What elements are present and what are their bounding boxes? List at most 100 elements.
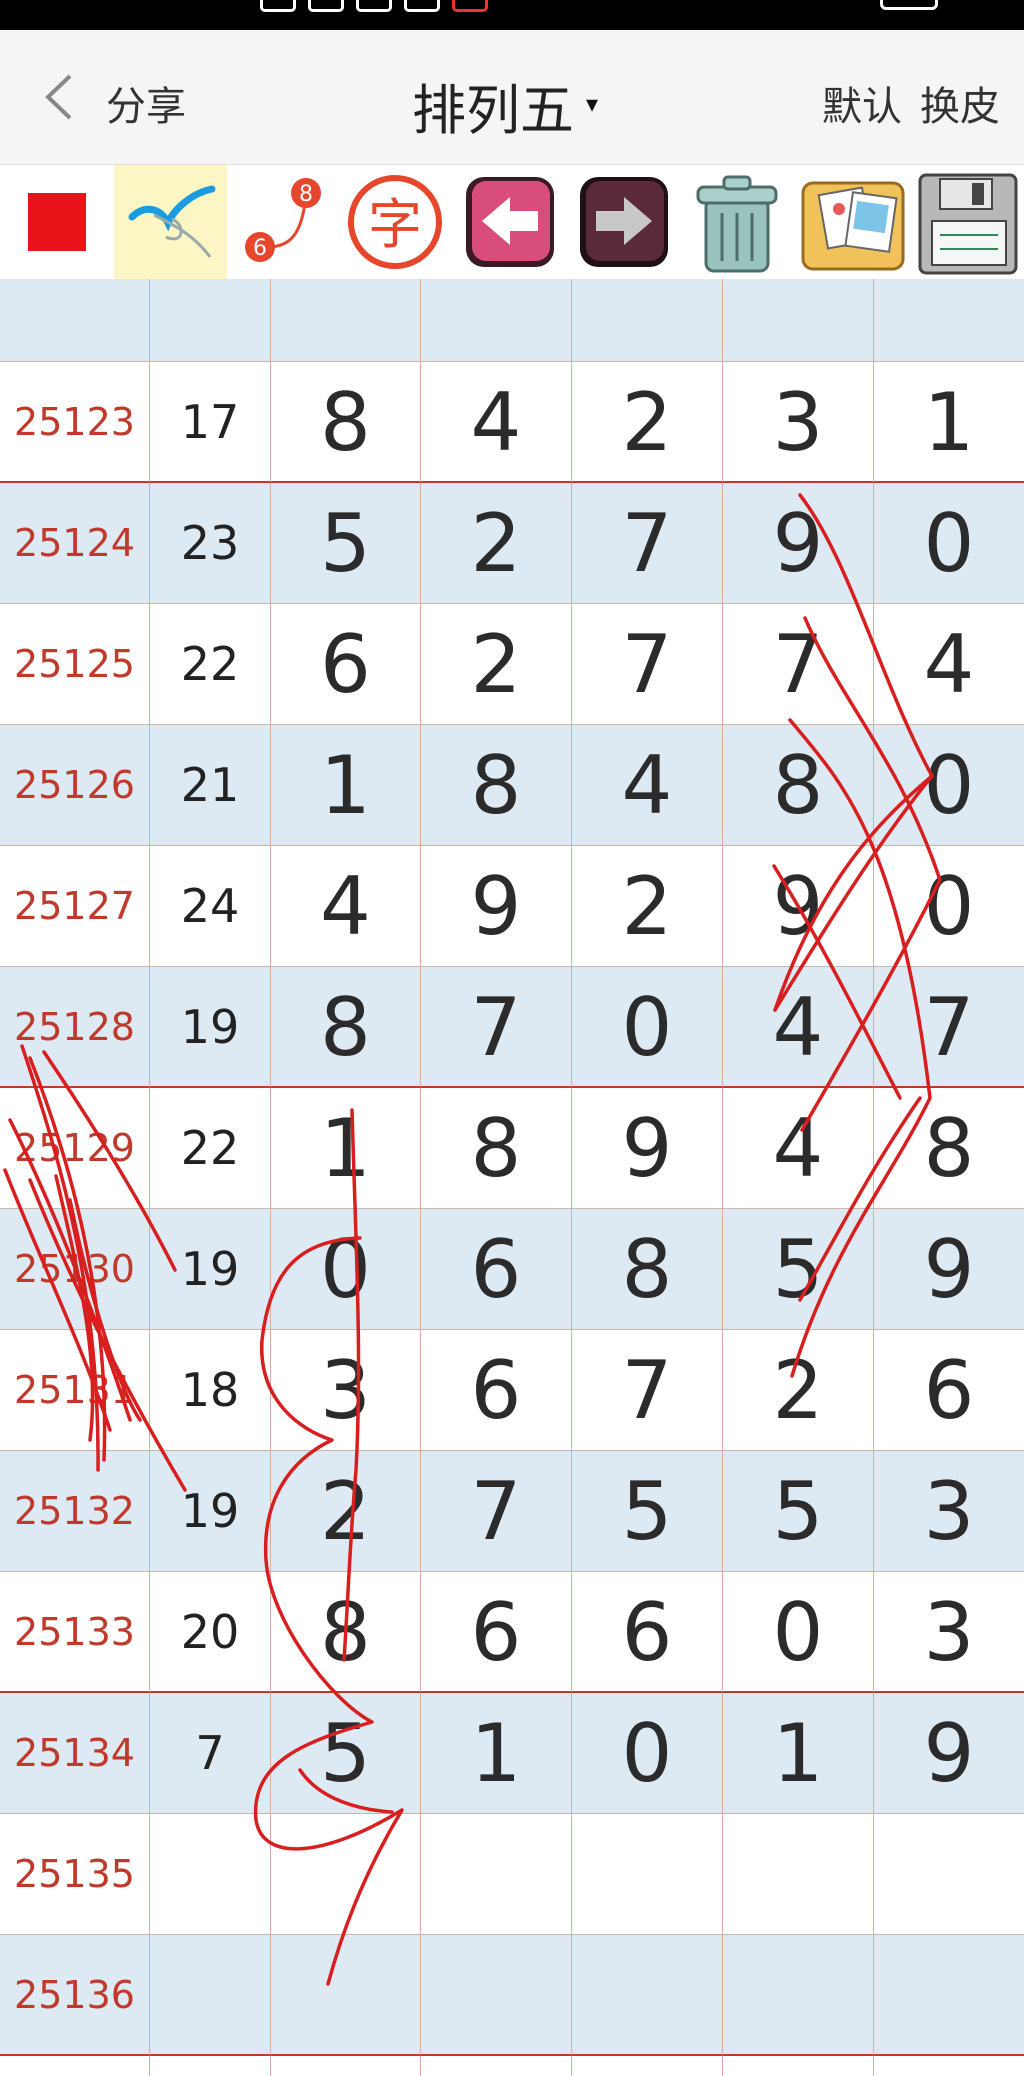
position-3-cell[interactable]: 2	[572, 846, 723, 966]
position-4-cell[interactable]: 8	[723, 725, 874, 845]
position-2-cell[interactable]: 9	[421, 846, 572, 966]
position-2-cell[interactable]: 8	[421, 725, 572, 845]
position-3-cell[interactable]	[572, 1935, 723, 2055]
position-1-cell[interactable]: 8	[271, 362, 421, 482]
position-3-cell[interactable]: 9	[572, 1088, 723, 1208]
position-3-cell[interactable]: 0	[572, 1693, 723, 1813]
pen-tool-button[interactable]	[114, 165, 227, 279]
position-3-cell[interactable]	[572, 279, 723, 361]
redo-button[interactable]	[574, 165, 674, 279]
position-5-cell[interactable]	[874, 2056, 1024, 2076]
position-2-cell[interactable]: 6	[421, 1572, 572, 1692]
position-5-cell[interactable]	[874, 279, 1024, 361]
position-4-cell[interactable]: 2	[723, 1330, 874, 1450]
position-1-cell[interactable]: 5	[271, 483, 421, 603]
position-1-cell[interactable]: 6	[271, 604, 421, 724]
back-chevron-icon[interactable]	[40, 72, 80, 122]
position-4-cell[interactable]: 9	[723, 483, 874, 603]
position-3-cell[interactable]: 4	[572, 725, 723, 845]
position-2-cell[interactable]	[421, 279, 572, 361]
position-3-cell[interactable]: 7	[572, 1330, 723, 1450]
photo-album-icon	[801, 181, 905, 271]
position-4-cell[interactable]: 9	[723, 846, 874, 966]
color-swatch-button[interactable]	[0, 165, 114, 279]
position-2-cell[interactable]: 2	[421, 483, 572, 603]
position-1-cell[interactable]: 1	[271, 725, 421, 845]
position-4-cell[interactable]: 5	[723, 1451, 874, 1571]
position-2-cell[interactable]: 8	[421, 1088, 572, 1208]
clear-button[interactable]	[680, 165, 790, 279]
pen-tool-icon	[128, 185, 216, 258]
position-1-cell[interactable]	[271, 1935, 421, 2055]
position-5-cell[interactable]	[874, 1814, 1024, 1934]
position-2-cell[interactable]: 4	[421, 362, 572, 482]
position-4-cell[interactable]	[723, 1814, 874, 1934]
position-2-cell[interactable]	[421, 1935, 572, 2055]
position-3-cell[interactable]: 5	[572, 1451, 723, 1571]
position-4-cell[interactable]: 4	[723, 1088, 874, 1208]
position-1-cell[interactable]: 5	[271, 1693, 421, 1813]
title-dropdown-caret-icon[interactable]: ▾	[586, 90, 598, 118]
position-3-cell[interactable]	[572, 1814, 723, 1934]
position-4-cell[interactable]: 4	[723, 967, 874, 1087]
position-5-cell[interactable]: 9	[874, 1693, 1024, 1813]
position-5-cell[interactable]: 3	[874, 1451, 1024, 1571]
position-5-cell[interactable]: 9	[874, 1209, 1024, 1329]
position-4-cell[interactable]	[723, 1935, 874, 2055]
position-3-cell[interactable]: 7	[572, 483, 723, 603]
undo-button[interactable]	[460, 165, 560, 279]
position-2-cell[interactable]: 7	[421, 967, 572, 1087]
page-title[interactable]: 排列五	[412, 66, 574, 145]
position-4-cell[interactable]: 0	[723, 1572, 874, 1692]
position-2-cell[interactable]: 2	[421, 604, 572, 724]
change-skin-button[interactable]: 换皮	[920, 74, 1000, 132]
album-button[interactable]	[795, 165, 910, 279]
position-2-cell[interactable]	[421, 2056, 572, 2076]
position-4-cell[interactable]	[723, 2056, 874, 2076]
position-3-cell[interactable]: 7	[572, 604, 723, 724]
position-1-cell[interactable]: 2	[271, 1451, 421, 1571]
position-1-cell[interactable]: 1	[271, 1088, 421, 1208]
position-5-cell[interactable]: 6	[874, 1330, 1024, 1450]
position-3-cell[interactable]: 6	[572, 1572, 723, 1692]
position-5-cell[interactable]: 0	[874, 725, 1024, 845]
position-3-cell[interactable]: 2	[572, 362, 723, 482]
position-3-cell[interactable]	[572, 2056, 723, 2076]
share-button[interactable]: 分享	[106, 74, 186, 132]
position-3-cell[interactable]: 8	[572, 1209, 723, 1329]
position-4-cell[interactable]: 5	[723, 1209, 874, 1329]
position-5-cell[interactable]: 8	[874, 1088, 1024, 1208]
position-2-cell[interactable]: 1	[421, 1693, 572, 1813]
position-4-cell[interactable]: 7	[723, 604, 874, 724]
position-4-cell[interactable]: 3	[723, 362, 874, 482]
position-5-cell[interactable]	[874, 1935, 1024, 2055]
position-3-cell[interactable]: 0	[572, 967, 723, 1087]
position-1-cell[interactable]: 0	[271, 1209, 421, 1329]
position-1-cell[interactable]: 3	[271, 1330, 421, 1450]
position-4-cell[interactable]: 1	[723, 1693, 874, 1813]
text-tool-button[interactable]: 字	[345, 165, 445, 279]
position-5-cell[interactable]: 0	[874, 483, 1024, 603]
line-tool-button[interactable]: 8 6	[240, 165, 330, 279]
position-5-cell[interactable]: 7	[874, 967, 1024, 1087]
position-1-cell[interactable]	[271, 2056, 421, 2076]
position-1-cell[interactable]	[271, 279, 421, 361]
position-5-cell[interactable]: 4	[874, 604, 1024, 724]
save-button[interactable]	[912, 165, 1024, 279]
drawn-digit: 8	[320, 375, 371, 469]
position-1-cell[interactable]: 8	[271, 967, 421, 1087]
position-1-cell[interactable]	[271, 1814, 421, 1934]
position-5-cell[interactable]: 0	[874, 846, 1024, 966]
position-5-cell[interactable]: 3	[874, 1572, 1024, 1692]
position-1-cell[interactable]: 4	[271, 846, 421, 966]
position-2-cell[interactable]: 7	[421, 1451, 572, 1571]
position-5-cell[interactable]: 1	[874, 362, 1024, 482]
position-4-cell[interactable]	[723, 279, 874, 361]
position-2-cell[interactable]	[421, 1814, 572, 1934]
draw-chart-grid[interactable]: 25123 17 8 4 2 3 1 25124 23 5 2 7 9 0 25125 22 6 2 7 7 4 2512…	[0, 279, 1024, 2076]
position-2-cell[interactable]: 6	[421, 1209, 572, 1329]
default-button[interactable]: 默认	[822, 74, 902, 132]
drawn-digit: 4	[621, 738, 673, 832]
position-2-cell[interactable]: 6	[421, 1330, 572, 1450]
position-1-cell[interactable]: 8	[271, 1572, 421, 1692]
